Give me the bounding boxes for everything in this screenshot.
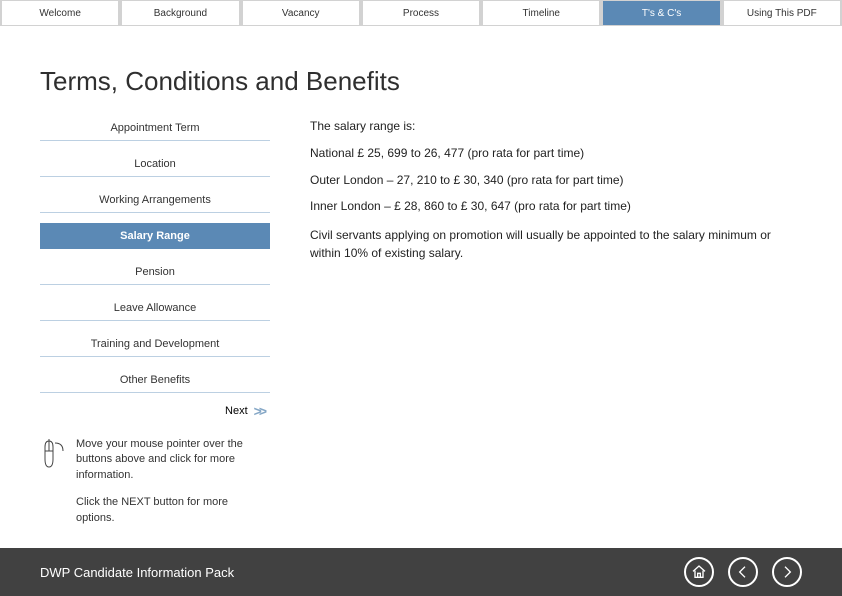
home-button[interactable]: [684, 557, 714, 587]
home-icon: [691, 564, 707, 580]
tab-process[interactable]: Process: [363, 1, 479, 25]
content-line: Civil servants applying on promotion wil…: [310, 226, 802, 262]
tab-vacancy[interactable]: Vacancy: [243, 1, 359, 25]
tab-background[interactable]: Background: [122, 1, 238, 25]
arrow-left-icon: [735, 564, 751, 580]
footer: DWP Candidate Information Pack: [0, 548, 842, 596]
tab-welcome[interactable]: Welcome: [2, 1, 118, 25]
tab-timeline[interactable]: Timeline: [483, 1, 599, 25]
mouse-icon: [40, 437, 66, 471]
content-area: The salary range is: National £ 25, 699 …: [310, 115, 802, 538]
next-button[interactable]: Next >>: [40, 403, 270, 419]
side-item-other-benefits[interactable]: Other Benefits: [40, 367, 270, 393]
footer-nav: [684, 557, 802, 587]
side-item-leave-allowance[interactable]: Leave Allowance: [40, 295, 270, 321]
next-label: Next: [225, 405, 248, 417]
side-item-pension[interactable]: Pension: [40, 259, 270, 285]
content-line: National £ 25, 699 to 26, 477 (pro rata …: [310, 142, 802, 165]
chevron-right-icon: >>: [254, 403, 264, 419]
content-line: Inner London – £ 28, 860 to £ 30, 647 (p…: [310, 195, 802, 218]
prev-button[interactable]: [728, 557, 758, 587]
side-item-working-arrangements[interactable]: Working Arrangements: [40, 187, 270, 213]
side-item-training-development[interactable]: Training and Development: [40, 331, 270, 357]
side-menu: Appointment Term Location Working Arrang…: [40, 115, 270, 538]
side-item-salary-range[interactable]: Salary Range: [40, 223, 270, 249]
arrow-right-icon: [779, 564, 795, 580]
hint-text-1: Move your mouse pointer over the buttons…: [76, 437, 246, 483]
content-line: Outer London – 27, 210 to £ 30, 340 (pro…: [310, 169, 802, 192]
footer-title: DWP Candidate Information Pack: [40, 565, 234, 580]
page-title: Terms, Conditions and Benefits: [40, 66, 802, 97]
hints: Move your mouse pointer over the buttons…: [40, 437, 270, 538]
side-item-location[interactable]: Location: [40, 151, 270, 177]
hint-text-2: Click the NEXT button for more options.: [76, 495, 246, 526]
side-item-appointment-term[interactable]: Appointment Term: [40, 115, 270, 141]
next-page-button[interactable]: [772, 557, 802, 587]
tab-ts-and-cs[interactable]: T's & C's: [603, 1, 719, 25]
top-nav: Welcome Background Vacancy Process Timel…: [0, 0, 842, 26]
content-line: The salary range is:: [310, 115, 802, 138]
tab-using-this-pdf[interactable]: Using This PDF: [724, 1, 840, 25]
